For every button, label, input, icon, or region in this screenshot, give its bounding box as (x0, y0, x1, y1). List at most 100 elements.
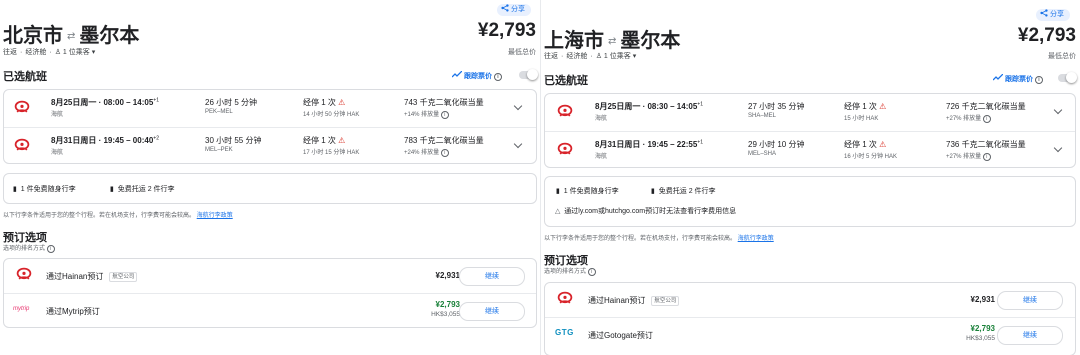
person-icon: ♙ (54, 49, 61, 56)
continue-button[interactable]: 继续 (459, 302, 525, 321)
flight-stops: 经停 1 次 ⚠ (303, 98, 346, 107)
airline-tag: 航空公司 (109, 272, 138, 282)
carry-on-info: ▮ 1 件免费随身行李 (556, 188, 619, 195)
info-icon[interactable]: i (1034, 76, 1043, 84)
airline-name: 海航 (595, 116, 608, 122)
left-panel: 分享 北京市 ⇄ 墨尔本 ¥2,793 最低总价 往返 · 经济舱 · ♙ 1 位乘客 ▾ … (0, 0, 540, 355)
carry-on-bag-icon: ▮ (556, 188, 560, 195)
selected-flights-card: 8月25日周一 · 08:30 – 14:05+1 海航 27 小时 35 分钟… (544, 93, 1076, 168)
share-button[interactable]: 分享 (1036, 9, 1070, 21)
flight-duration: 30 小时 55 分钟 (205, 136, 262, 145)
expand-chevron-icon[interactable] (513, 139, 523, 149)
share-icon (1040, 9, 1048, 17)
expand-chevron-icon[interactable] (1053, 143, 1063, 153)
baggage-note: 以下行李条件适用于您的整个行程。若在机场支付，行李费可能会较高。 海航行李政策 (3, 213, 233, 219)
flight-time: 8月25日周一 · 08:30 – 14:05+1 (595, 101, 703, 111)
ranking-info[interactable]: 选项的排名方式 i (3, 243, 55, 253)
baggage-warning: △ 通过ly.com或hutchgo.com预订时无法查看行李费用信息 (555, 208, 737, 215)
airline-tag: 航空公司 (651, 296, 680, 306)
flight-layover: 17 小时 15 分钟 HAK (303, 150, 360, 156)
co2-delta: +24% 排放量 i (404, 147, 449, 157)
flight-route: SHA–MEL (748, 113, 777, 119)
booking-price: ¥2,793 (970, 324, 995, 333)
booking-alt-price: HK$3,055 (431, 311, 460, 318)
info-icon: i (982, 115, 991, 123)
flight-layover: 14 小时 50 分钟 HAK (303, 112, 360, 118)
baggage-card: ▮ 1 件免费随身行李 ▮ 免费托运 2 件行李 (3, 173, 537, 204)
share-button[interactable]: 分享 (497, 4, 531, 16)
co2-emissions: 743 千克二氧化碳当量 (404, 98, 484, 107)
booking-option-label: 通过Hainan预订 航空公司 (46, 271, 138, 282)
selected-flights-title: 已选航班 (3, 71, 47, 83)
track-prices[interactable]: 跟踪票价 i (992, 73, 1043, 84)
flight-row-outbound[interactable]: 8月25日周一 · 08:00 – 14:05+1 海航 26 小时 5 分钟 … (4, 90, 536, 126)
co2-emissions: 736 千克二氧化碳当量 (946, 140, 1026, 149)
trend-icon (992, 73, 1004, 81)
hainan-airlines-logo (557, 142, 573, 155)
hainan-airlines-logo (14, 100, 30, 113)
route-title: 北京市 ⇄ 墨尔本 (3, 19, 139, 48)
booking-alt-price: HK$3,055 (966, 335, 995, 342)
booking-price: ¥2,793 (435, 300, 460, 309)
expand-chevron-icon[interactable] (513, 101, 523, 111)
flight-time: 8月31日周日 · 19:45 – 22:55+1 (595, 139, 703, 149)
flight-stops: 经停 1 次 ⚠ (844, 140, 887, 149)
continue-button[interactable]: 继续 (997, 291, 1063, 310)
carry-on-bag-icon: ▮ (13, 186, 17, 193)
flight-time: 8月25日周一 · 08:00 – 14:05+1 (51, 97, 159, 107)
co2-delta: +14% 排放量 i (404, 109, 449, 119)
booking-option-label: 通过Gotogate预订 (588, 331, 653, 340)
co2-emissions: 726 千克二氧化碳当量 (946, 102, 1026, 111)
trip-summary: 往返 · 经济舱 · ♙ 1 位乘客 ▾ (544, 53, 637, 60)
flight-stops: 经停 1 次 ⚠ (303, 136, 346, 145)
dropdown-arrow-icon[interactable]: ▾ (633, 53, 637, 60)
gotogate-logo: GTG (555, 328, 574, 337)
hainan-airlines-logo (557, 291, 573, 304)
flight-duration: 29 小时 10 分钟 (748, 140, 805, 149)
hainan-airlines-logo (16, 267, 32, 280)
flight-duration: 26 小时 5 分钟 (205, 98, 258, 107)
hainan-airlines-logo (557, 104, 573, 117)
info-icon: i (982, 153, 991, 161)
flight-duration: 27 小时 35 分钟 (748, 102, 805, 111)
origin-city: 上海市 (544, 30, 604, 52)
flight-layover: 15 小时 HAK (844, 116, 879, 122)
track-prices-toggle[interactable] (519, 69, 538, 80)
info-icon: i (46, 245, 55, 253)
mytrip-logo: mytrip (13, 306, 30, 312)
selected-flights-card: 8月25日周一 · 08:00 – 14:05+1 海航 26 小时 5 分钟 … (3, 89, 537, 164)
flight-row-return[interactable]: 8月31日周日 · 19:45 – 22:55+1 海航 29 小时 10 分钟… (545, 131, 1075, 168)
continue-button[interactable]: 继续 (997, 326, 1063, 345)
co2-delta: +27% 排放量 i (946, 151, 991, 161)
right-panel: 分享 上海市 ⇄ 墨尔本 ¥2,793 最低总价 往返 · 经济舱 · ♙ 1 位乘客 ▾ … (541, 0, 1080, 355)
flight-row-outbound[interactable]: 8月25日周一 · 08:30 – 14:05+1 海航 27 小时 35 分钟… (545, 94, 1075, 130)
expand-chevron-icon[interactable] (1053, 105, 1063, 115)
total-price: ¥2,793 (477, 20, 536, 41)
carry-on-info: ▮ 1 件免费随身行李 (13, 186, 76, 193)
baggage-policy-link[interactable]: 海航行李政策 (197, 213, 233, 219)
flight-route: MEL–SHA (748, 151, 777, 157)
baggage-policy-link[interactable]: 海航行李政策 (738, 236, 774, 242)
track-prices-toggle[interactable] (1058, 72, 1077, 83)
swap-arrows-icon: ⇄ (67, 31, 76, 42)
airline-name: 海航 (595, 154, 608, 160)
ranking-info[interactable]: 选项的排名方式 i (544, 266, 596, 276)
info-icon: i (440, 111, 449, 119)
dropdown-arrow-icon[interactable]: ▾ (92, 49, 96, 56)
hainan-airlines-logo (14, 138, 30, 151)
booking-option-label: 通过Hainan预订 航空公司 (588, 295, 680, 306)
route-title: 上海市 ⇄ 墨尔本 (544, 24, 680, 53)
co2-emissions: 783 千克二氧化碳当量 (404, 136, 484, 145)
flight-row-return[interactable]: 8月31日周日 · 19:45 – 00:40+2 海航 30 小时 55 分钟… (4, 127, 536, 164)
flight-route: PEK–MEL (205, 109, 233, 115)
continue-button[interactable]: 继续 (459, 267, 525, 286)
booking-price: ¥2,931 (970, 295, 995, 304)
track-prices[interactable]: 跟踪票价 i (451, 70, 502, 81)
warning-icon: ⚠ (879, 140, 887, 149)
flight-time: 8月31日周日 · 19:45 – 00:40+2 (51, 135, 159, 145)
info-icon[interactable]: i (493, 73, 502, 81)
booking-option: GTG 通过Gotogate预订 ¥2,793 HK$3,055 继续 (545, 317, 1075, 351)
booking-price: ¥2,931 (435, 271, 460, 280)
baggage-note: 以下行李条件适用于您的整个行程。若在机场支付，行李费可能会较高。 海航行李政策 (544, 236, 774, 242)
origin-city: 北京市 (3, 25, 63, 47)
